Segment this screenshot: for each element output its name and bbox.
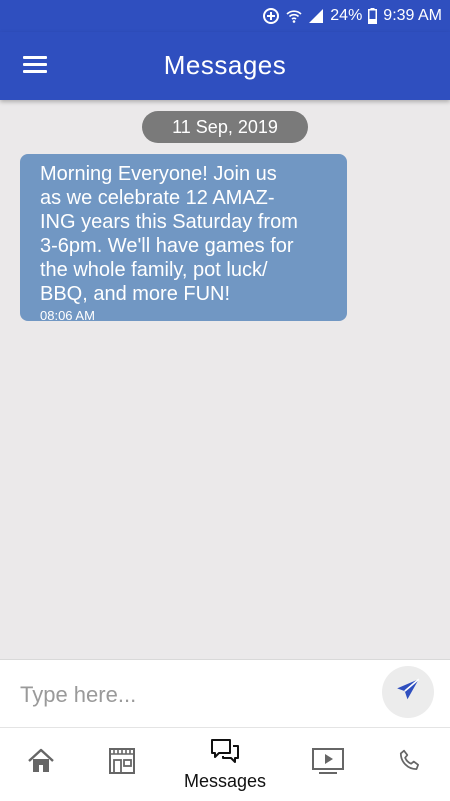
phone-icon (397, 748, 423, 779)
send-icon (395, 677, 421, 708)
signal-icon (308, 8, 324, 24)
clock: 9:39 AM (383, 7, 442, 24)
bottom-nav: Messages (0, 727, 450, 801)
chat-icon (210, 738, 240, 769)
store-icon (107, 746, 137, 781)
battery-percent: 24% (330, 7, 363, 24)
message-input[interactable] (18, 674, 362, 716)
message-text: Morning Everyone! Join us as we celebrat… (40, 163, 298, 305)
wifi-icon (286, 8, 302, 24)
nav-messages-label: Messages (183, 770, 267, 791)
status-bar: 24% 9:39 AM (0, 0, 450, 32)
message-composer (0, 659, 450, 728)
home-icon (26, 747, 56, 780)
nav-phone[interactable] (390, 728, 430, 801)
nav-home[interactable] (18, 728, 64, 801)
message-timestamp: 08:06 AM (40, 308, 95, 323)
date-separator: 11 Sep, 2019 (142, 111, 308, 143)
send-button[interactable] (382, 666, 434, 718)
nav-store[interactable] (100, 728, 144, 801)
status-indicators: 24% 9:39 AM (262, 4, 442, 28)
nav-messages[interactable]: Messages (175, 728, 275, 801)
video-icon (311, 747, 345, 780)
battery-icon (368, 8, 378, 24)
app-bar: Messages (0, 32, 450, 100)
message-bubble[interactable]: Morning Everyone! Join us as we celebrat… (20, 154, 347, 323)
data-saver-icon (262, 7, 280, 25)
page-title: Messages (163, 50, 287, 80)
nav-video[interactable] (308, 728, 348, 801)
